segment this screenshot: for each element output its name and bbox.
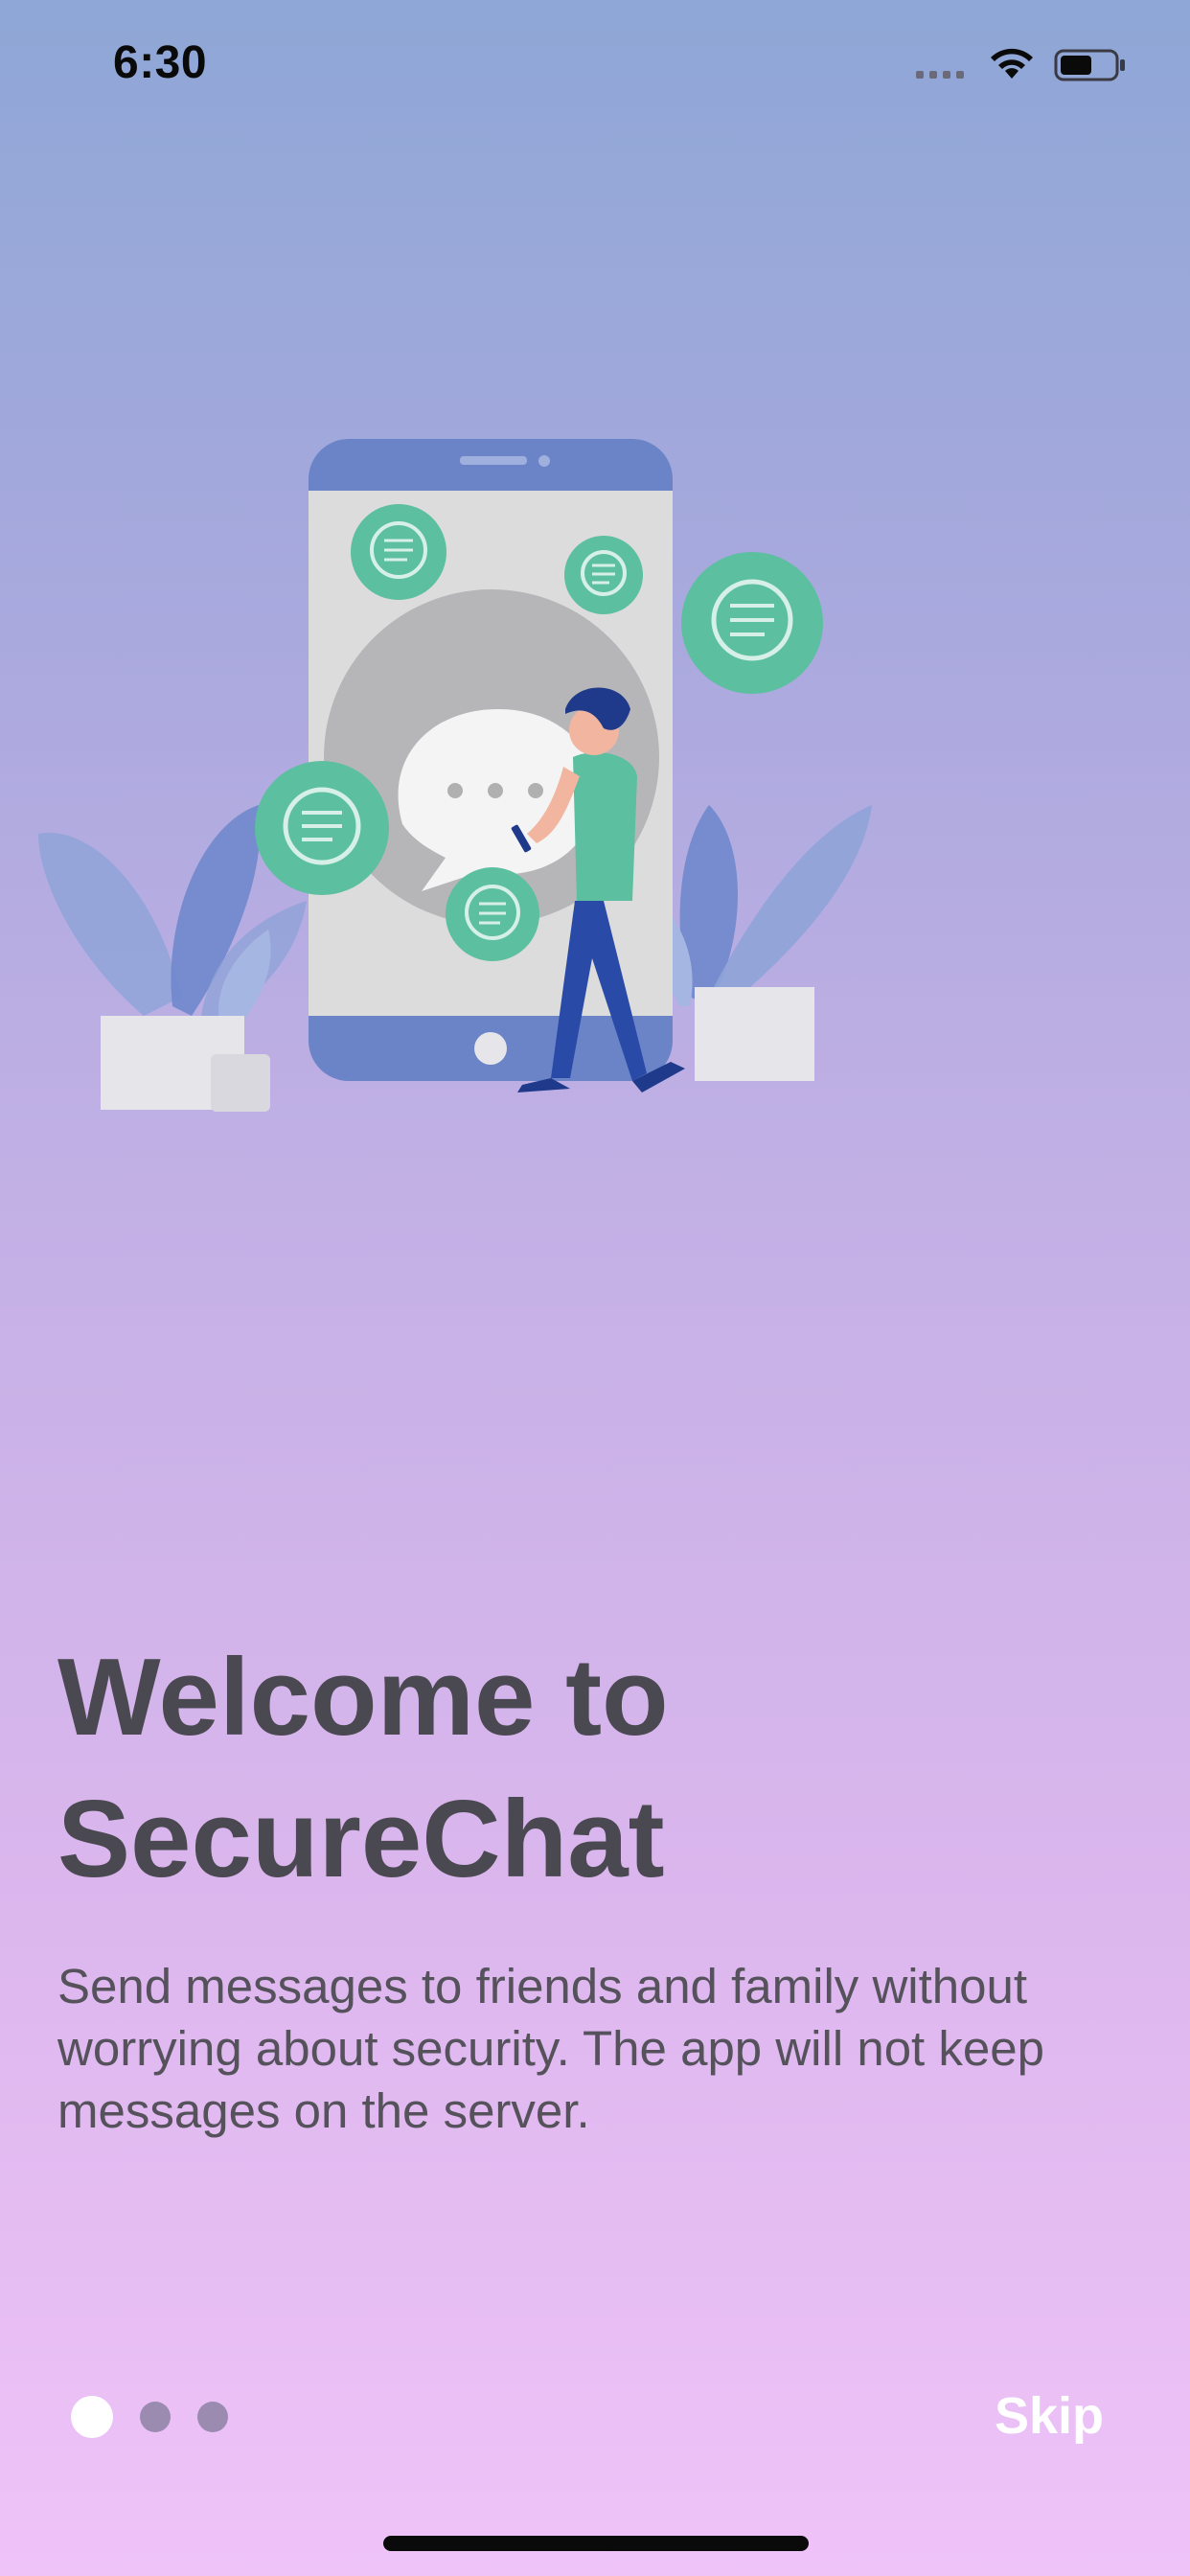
title-line-2: SecureChat	[57, 1779, 665, 1900]
right-plant-illustration	[648, 805, 872, 1081]
page-dot-3[interactable]	[197, 2402, 228, 2432]
battery-icon	[1054, 49, 1125, 81]
status-bar: 6:30	[0, 0, 1190, 134]
home-indicator[interactable]	[383, 2536, 809, 2551]
page-dot-2[interactable]	[140, 2402, 171, 2432]
cellular-signal-icon	[916, 71, 964, 79]
page-description: Send messages to friends and family with…	[57, 1959, 1044, 2138]
title-line-1: Welcome to	[57, 1637, 669, 1759]
page-dot-1[interactable]	[71, 2396, 113, 2438]
page-title: Welcome to SecureChat	[57, 1627, 1131, 1911]
status-time: 6:30	[113, 37, 208, 88]
page-indicator	[71, 2396, 228, 2438]
skip-button[interactable]: Skip	[995, 2386, 1104, 2446]
wifi-icon	[991, 48, 1033, 79]
chat-illustration	[38, 439, 872, 1112]
